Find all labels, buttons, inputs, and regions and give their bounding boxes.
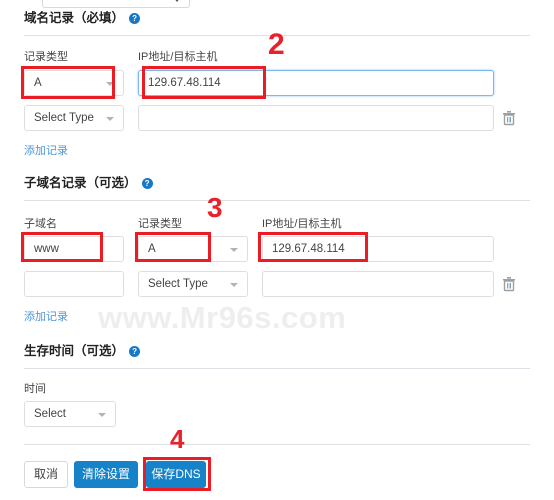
subdomain-section-divider (24, 200, 530, 201)
domain-section-heading: 域名记录（必填）? (24, 10, 141, 26)
domain-ip-input-2[interactable] (138, 105, 494, 131)
domain-section-title: 域名记录 (24, 11, 75, 25)
ttl-section-requirement: （可选） (74, 344, 125, 358)
subdomain-record-type-value-2: Select Type (148, 278, 208, 290)
subdomain-ip-input-2[interactable] (262, 271, 494, 297)
subdomain-record-type-select-2[interactable]: Select Type (138, 271, 248, 297)
watermark: www.Mr96s.com (98, 300, 347, 335)
label-ttl-time: 时间 (24, 383, 46, 395)
annotation-number-4: 4 (170, 424, 185, 454)
ttl-select[interactable]: Select (24, 401, 116, 427)
subdomain-name-input-1[interactable] (24, 236, 124, 262)
domain-add-record-link[interactable]: 添加记录 (24, 142, 68, 158)
subdomain-section-heading: 子域名记录（可选）? (24, 175, 153, 191)
help-icon[interactable]: ? (141, 178, 153, 189)
chevron-down-icon (106, 117, 114, 121)
subdomain-name-input-2[interactable] (24, 271, 124, 297)
chevron-down-icon (106, 82, 114, 86)
top-partial-select[interactable] (42, 0, 190, 8)
cancel-button[interactable]: 取消 (24, 461, 68, 488)
trash-icon[interactable] (502, 276, 516, 292)
domain-record-type-value-2: Select Type (34, 112, 94, 124)
chevron-down-icon (98, 413, 106, 417)
subdomain-add-record-link[interactable]: 添加记录 (24, 308, 68, 324)
label-subdomain-record-type: 记录类型 (138, 218, 182, 230)
domain-record-type-select-2[interactable]: Select Type (24, 105, 124, 131)
trash-icon-svg (503, 111, 515, 126)
ttl-section-heading: 生存时间（可选）? (24, 343, 141, 359)
ttl-section-divider (24, 368, 530, 369)
ttl-select-value: Select (34, 408, 66, 420)
label-domain-ip-host: IP地址/目标主机 (138, 51, 218, 63)
chevron-down-icon (173, 0, 181, 2)
subdomain-section-title: 子域名记录 (24, 176, 87, 190)
annotation-number-3: 3 (207, 192, 223, 223)
label-subdomain-name: 子域名 (24, 218, 57, 230)
subdomain-ip-input-1[interactable] (262, 236, 494, 262)
subdomain-record-type-select-1[interactable]: A (138, 236, 248, 262)
help-icon[interactable]: ? (129, 13, 141, 24)
domain-record-type-value-1: A (34, 77, 42, 89)
chevron-down-icon (230, 283, 238, 287)
trash-icon-svg (503, 277, 515, 292)
ttl-section-title: 生存时间 (24, 344, 75, 358)
annotation-number-2: 2 (268, 28, 285, 61)
subdomain-section-requirement: （可选） (86, 176, 137, 190)
footer-divider (24, 444, 530, 445)
subdomain-record-type-value-1: A (148, 243, 156, 255)
label-domain-record-type: 记录类型 (24, 51, 68, 63)
label-subdomain-ip-host: IP地址/目标主机 (262, 218, 342, 230)
save-dns-button[interactable]: 保存DNS (146, 461, 206, 488)
chevron-down-icon (230, 248, 238, 252)
domain-record-type-select-1[interactable]: A (24, 70, 124, 96)
domain-section-requirement: （必填） (74, 11, 125, 25)
help-icon[interactable]: ? (129, 346, 141, 357)
domain-ip-input-1[interactable] (138, 70, 494, 96)
clear-settings-button[interactable]: 清除设置 (74, 461, 138, 488)
trash-icon[interactable] (502, 110, 516, 126)
dns-settings-page: www.Mr96s.com 域名记录（必填）? 记录类型 IP地址/目标主机 A… (0, 0, 554, 500)
